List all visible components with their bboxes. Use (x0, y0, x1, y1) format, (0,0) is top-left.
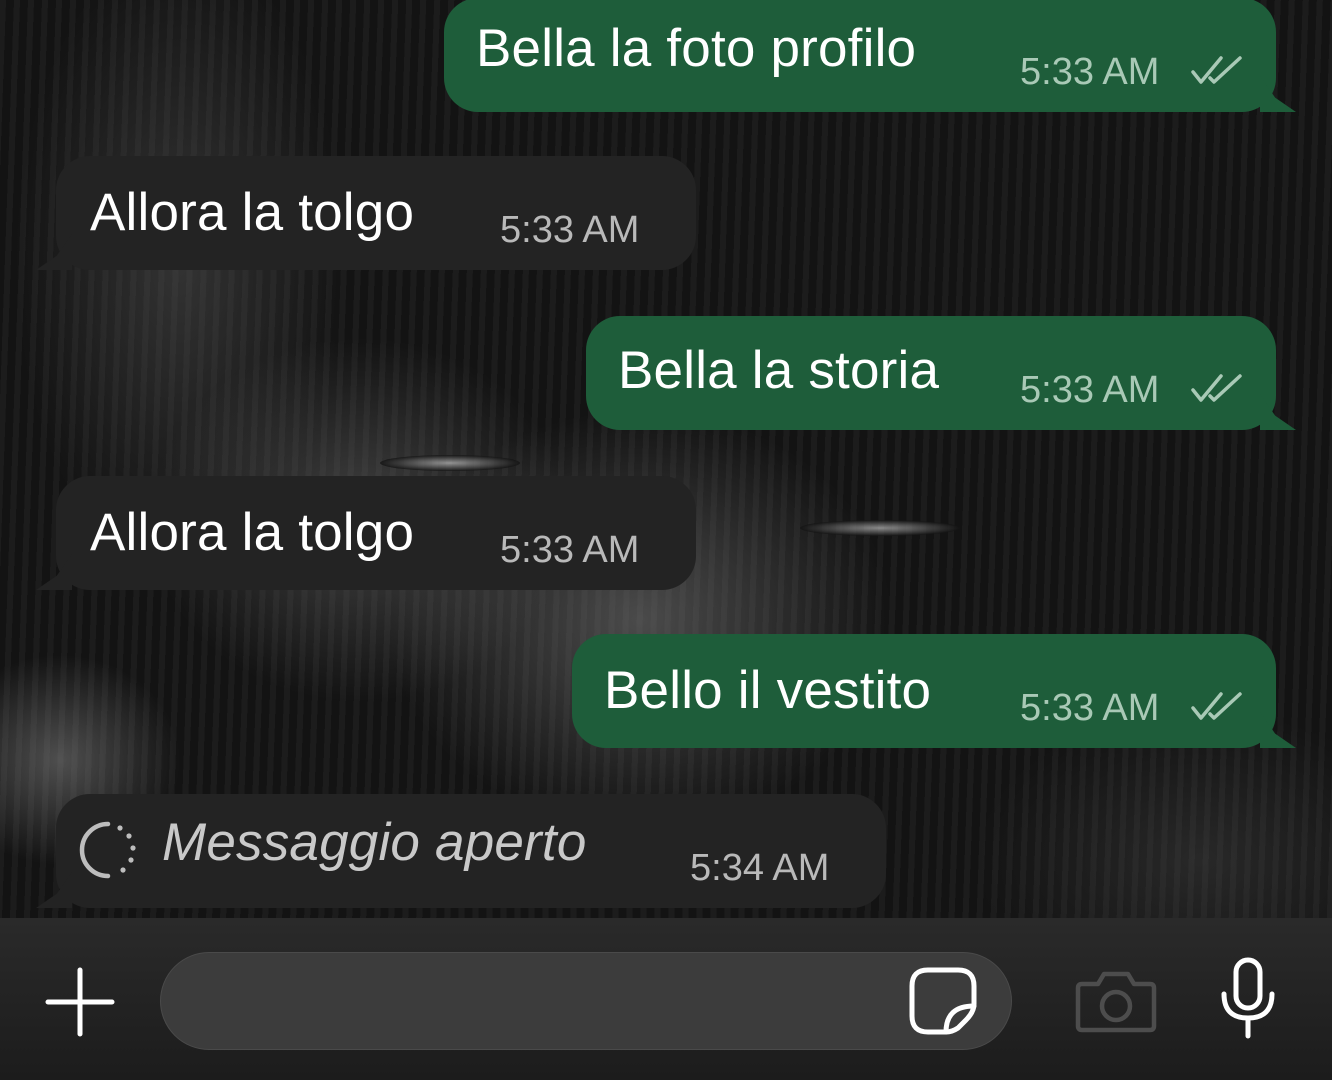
message-time: 5:33 AM (500, 209, 640, 251)
sticker-icon[interactable] (908, 966, 978, 1036)
chat-screen: Bella la foto profilo 5:33 AM Allora la … (0, 0, 1332, 1080)
message-time: 5:34 AM (690, 847, 830, 889)
message-time: 5:33 AM (500, 529, 640, 571)
read-ticks-icon (1191, 692, 1242, 720)
message-time: 5:33 AM (1020, 369, 1160, 411)
message-text: Bello il vestito (604, 661, 932, 720)
message-time: 5:33 AM (1020, 51, 1160, 93)
message-input[interactable] (160, 952, 1012, 1050)
view-once-opened-icon (79, 821, 136, 879)
chat-wallpaper (0, 0, 1332, 920)
microphone-icon[interactable] (1216, 956, 1280, 1040)
read-ticks-icon (1191, 374, 1242, 402)
message-bubble-outgoing[interactable]: Bello il vestito 5:33 AM (572, 634, 1296, 748)
message-text: Bella la foto profilo (476, 19, 917, 78)
message-text: Bella la storia (618, 341, 940, 400)
message-text: Allora la tolgo (90, 503, 415, 562)
message-bubble-incoming[interactable]: Messaggio aperto 5:34 AM (36, 794, 886, 908)
message-bubble-outgoing[interactable]: Bella la foto profilo 5:33 AM (444, 0, 1296, 112)
message-text: Messaggio aperto (162, 813, 587, 872)
message-time: 5:33 AM (1020, 687, 1160, 729)
wallpaper-detail (380, 455, 520, 471)
wallpaper-detail (800, 520, 960, 536)
message-bubble-incoming[interactable]: Allora la tolgo 5:33 AM (36, 476, 696, 590)
message-text: Allora la tolgo (90, 183, 415, 242)
plus-icon[interactable] (42, 964, 118, 1040)
camera-icon[interactable] (1074, 966, 1158, 1036)
message-bubble-outgoing[interactable]: Bella la storia 5:33 AM (586, 316, 1296, 430)
message-bubble-incoming[interactable]: Allora la tolgo 5:33 AM (36, 156, 696, 270)
read-ticks-icon (1191, 56, 1242, 84)
